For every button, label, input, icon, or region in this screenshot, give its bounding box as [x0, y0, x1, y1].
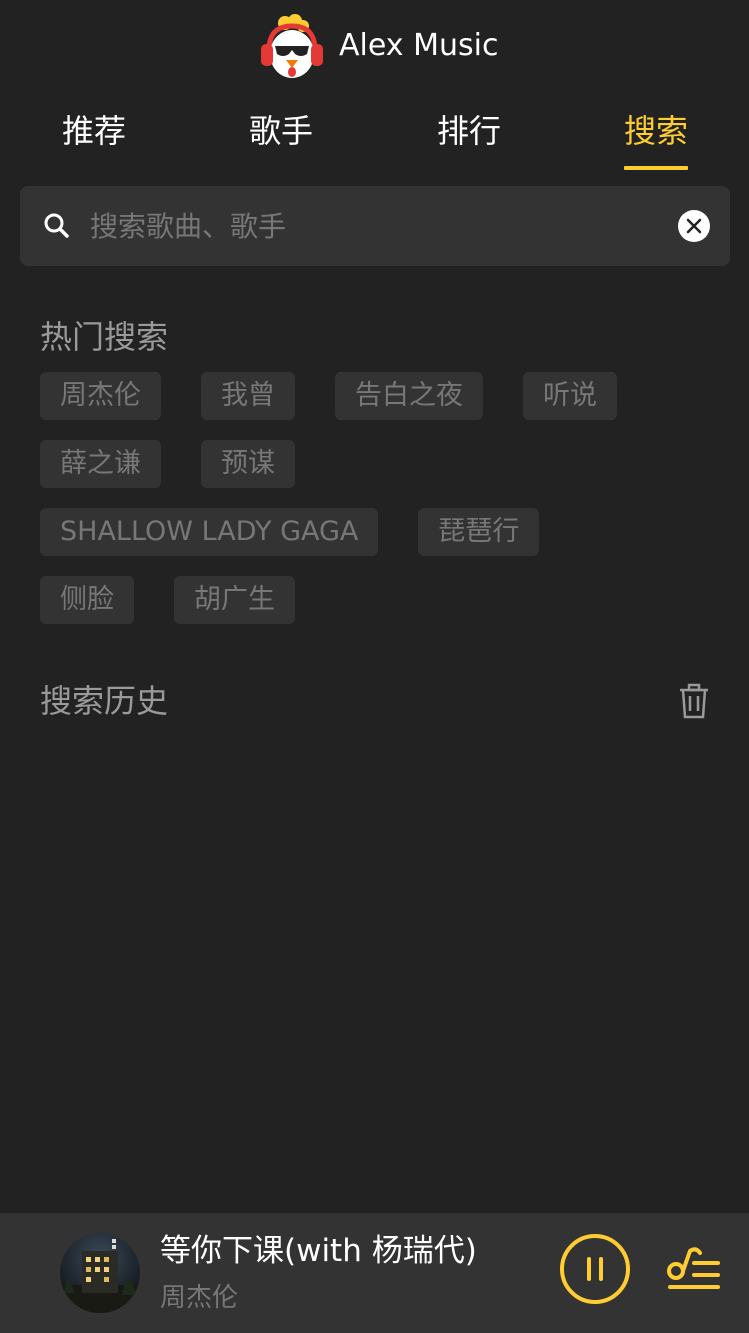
search-bar: [20, 186, 730, 266]
album-cover[interactable]: [60, 1233, 140, 1313]
tag-row: 周杰伦 我曾 告白之夜 听说: [40, 372, 720, 420]
app-screen: Alex Music 推荐 歌手 排行 搜索 热门搜索 周杰伦 我曾 告白之夜 …: [0, 0, 749, 1333]
hot-tag[interactable]: 琵琶行: [418, 508, 540, 556]
hot-tag[interactable]: 薛之谦: [40, 440, 161, 488]
song-artist: 周杰伦: [160, 1283, 239, 1313]
active-tab-indicator: [624, 166, 688, 170]
trash-icon[interactable]: [679, 683, 709, 719]
close-circle-icon[interactable]: [677, 209, 711, 243]
playlist-icon[interactable]: [666, 1243, 722, 1295]
hot-tag[interactable]: 告白之夜: [335, 372, 483, 420]
hot-tag[interactable]: 周杰伦: [40, 372, 161, 420]
hot-tag[interactable]: SHALLOW LADY GAGA: [40, 508, 379, 556]
hot-tag[interactable]: 胡广生: [174, 576, 295, 624]
tab-search[interactable]: 搜索: [576, 106, 736, 156]
song-title: 等你下课(with 杨瑞代): [160, 1233, 477, 1269]
app-logo: [259, 14, 325, 82]
tag-row: 侧脸 胡广生: [40, 576, 720, 624]
hot-tag[interactable]: 预谋: [201, 440, 295, 488]
tab-recommend[interactable]: 推荐: [14, 106, 174, 156]
header: Alex Music: [0, 0, 749, 94]
tab-bar: 推荐 歌手 排行 搜索: [0, 100, 749, 176]
search-icon: [44, 213, 69, 238]
hot-tag[interactable]: 我曾: [201, 372, 295, 420]
search-input[interactable]: [90, 204, 660, 248]
app-title: Alex Music: [339, 28, 499, 63]
hot-tag[interactable]: 听说: [523, 372, 617, 420]
mini-player[interactable]: 等你下课(with 杨瑞代) 周杰伦: [0, 1213, 749, 1333]
hot-search-title: 热门搜索: [40, 318, 169, 356]
pause-circle-icon[interactable]: [559, 1233, 631, 1305]
hot-search-tags: 周杰伦 我曾 告白之夜 听说 薛之谦 预谋 SHALLOW LADY GAGA …: [40, 372, 720, 644]
search-history-title: 搜索历史: [40, 682, 169, 720]
hot-tag[interactable]: 侧脸: [40, 576, 134, 624]
tab-ranking[interactable]: 排行: [389, 106, 549, 156]
tag-row: SHALLOW LADY GAGA 琵琶行: [40, 508, 720, 556]
tag-row: 薛之谦 预谋: [40, 440, 720, 488]
tab-singers[interactable]: 歌手: [201, 106, 361, 156]
